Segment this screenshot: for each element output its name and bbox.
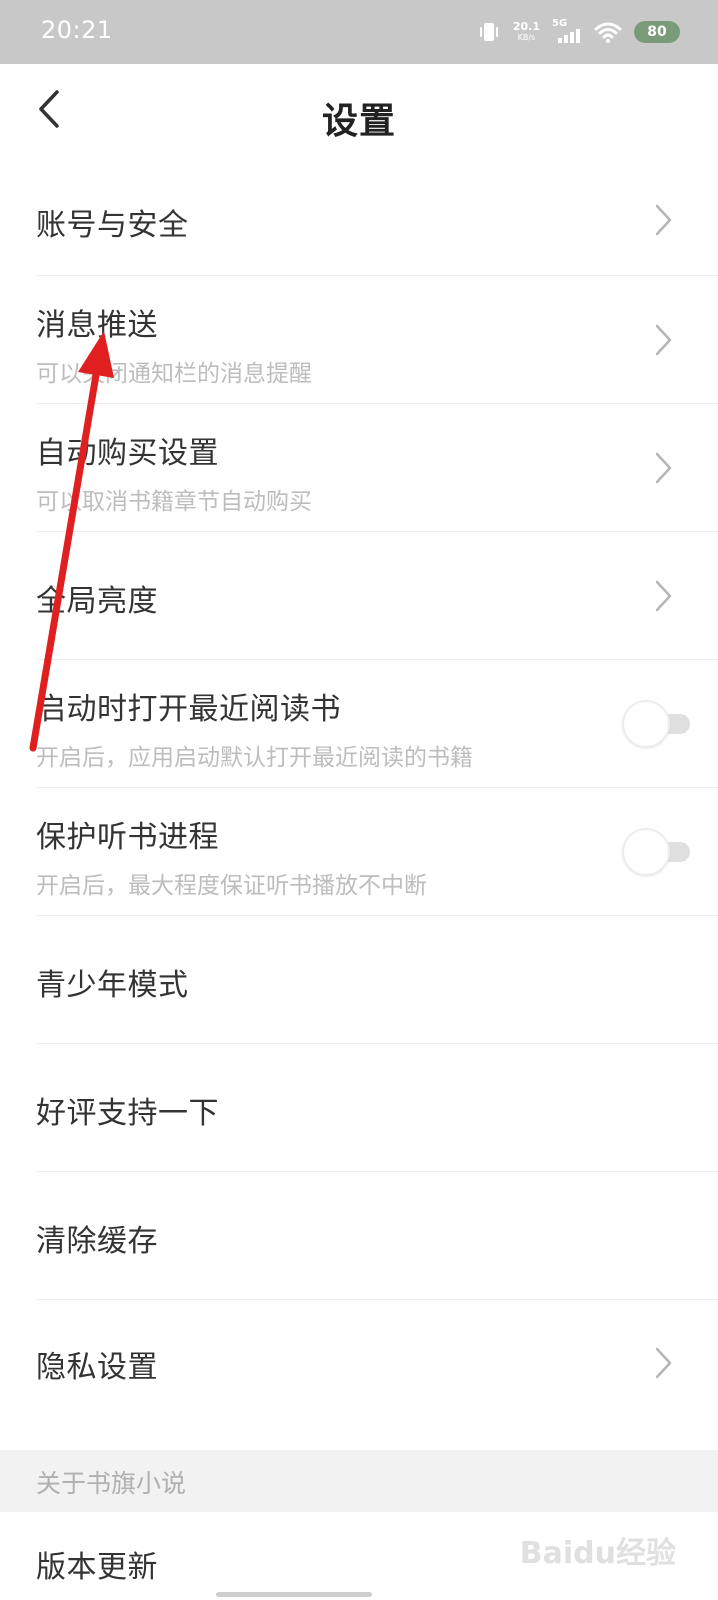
- settings-item-rate-app[interactable]: 好评支持一下: [0, 1044, 718, 1172]
- protect-audiobook-toggle[interactable]: [622, 828, 692, 876]
- chevron-right-icon: [655, 452, 672, 484]
- chevron-right-icon: [655, 204, 672, 236]
- baidu-watermark: Baidu经验: [519, 1536, 676, 1571]
- page-title: 设置: [321, 101, 396, 142]
- toggle-knob: [622, 700, 670, 748]
- open-recent-book-toggle[interactable]: [622, 700, 692, 748]
- cellular-signal: 5G: [552, 18, 582, 44]
- section-header-label: 关于书旗小说: [36, 1469, 187, 1498]
- status-icons: 20.1 KB/s 5G 80: [477, 17, 680, 47]
- vibrate-icon: [479, 23, 498, 41]
- network-speed: 20.1 KB/s: [513, 21, 540, 43]
- settings-item-title: 启动时打开最近阅读书: [36, 692, 341, 727]
- about-section-header: 关于书旗小说: [0, 1450, 718, 1512]
- network-speed-value: 20.1: [512, 20, 540, 33]
- settings-item-message-push[interactable]: 消息推送 可以关闭通知栏的消息提醒: [0, 276, 718, 404]
- settings-item-subtitle: 开启后，应用启动默认打开最近阅读的书籍: [36, 745, 473, 771]
- settings-item-title: 账号与安全: [36, 208, 189, 243]
- settings-item-title: 版本更新: [36, 1550, 158, 1585]
- settings-item-subtitle: 可以取消书籍章节自动购买: [36, 489, 312, 515]
- settings-item-title: 清除缓存: [36, 1224, 158, 1259]
- settings-item-teen-mode[interactable]: 青少年模式: [0, 916, 718, 1044]
- wifi-icon: [594, 22, 622, 43]
- settings-item-clear-cache[interactable]: 清除缓存: [0, 1172, 718, 1300]
- chevron-right-icon: [655, 580, 672, 612]
- settings-item-title: 自动购买设置: [36, 436, 219, 471]
- settings-item-title: 青少年模式: [36, 968, 189, 1003]
- home-indicator: [216, 1592, 372, 1597]
- settings-item-global-brightness[interactable]: 全局亮度: [0, 532, 718, 660]
- settings-item-protect-audiobook: 保护听书进程 开启后，最大程度保证听书播放不中断: [0, 788, 718, 916]
- battery-indicator: 80: [634, 21, 680, 43]
- settings-item-subtitle: 开启后，最大程度保证听书播放不中断: [36, 873, 427, 899]
- settings-item-subtitle: 可以关闭通知栏的消息提醒: [36, 361, 312, 387]
- chevron-right-icon: [655, 324, 672, 356]
- settings-item-title: 隐私设置: [36, 1350, 158, 1385]
- settings-item-privacy[interactable]: 隐私设置: [0, 1300, 718, 1450]
- settings-item-open-recent-book: 启动时打开最近阅读书 开启后，应用启动默认打开最近阅读的书籍: [0, 660, 718, 788]
- signal-bars-icon: [558, 29, 580, 43]
- settings-item-title: 全局亮度: [36, 584, 158, 619]
- toggle-knob: [622, 828, 670, 876]
- status-bar: 20:21 20.1 KB/s 5G 80: [0, 0, 718, 64]
- nav-bar: 设置: [0, 64, 718, 164]
- chevron-right-icon: [655, 1347, 672, 1379]
- settings-item-title: 消息推送: [36, 308, 158, 343]
- settings-item-account-security[interactable]: 账号与安全: [0, 164, 718, 276]
- status-time: 20:21: [41, 16, 113, 44]
- settings-item-auto-purchase[interactable]: 自动购买设置 可以取消书籍章节自动购买: [0, 404, 718, 532]
- settings-item-title: 保护听书进程: [36, 820, 219, 855]
- settings-item-title: 好评支持一下: [36, 1096, 219, 1131]
- network-speed-unit: KB/s: [517, 33, 536, 42]
